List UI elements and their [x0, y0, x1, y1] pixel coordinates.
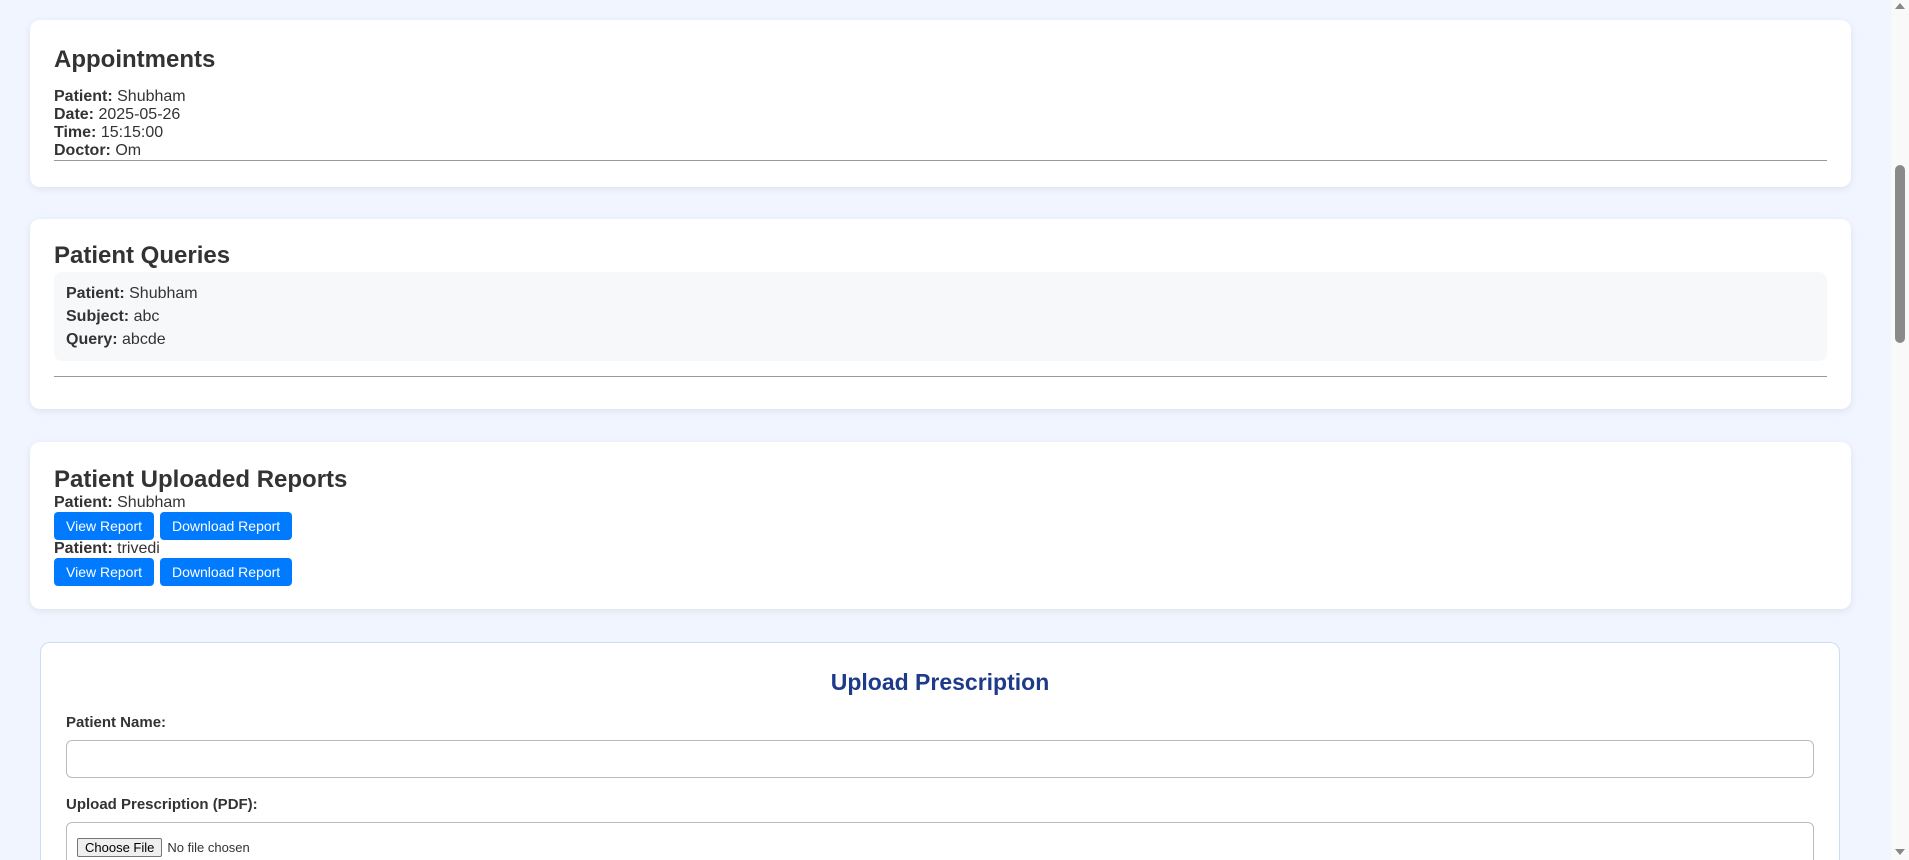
scrollbar-thumb[interactable] — [1895, 165, 1905, 343]
report-item: Patient: Shubham View Report Download Rep… — [54, 494, 1827, 540]
appointment-item: Patient: Shubham Date: 2025-05-26 Time: … — [54, 88, 1827, 161]
download-report-button[interactable]: Download Report — [160, 558, 293, 586]
upload-prescription-form: Upload Prescription Patient Name: Upload… — [40, 642, 1840, 860]
queries-card: Patient Queries Patient: Shubham Subject… — [30, 219, 1851, 409]
patient-name-label: Patient Name: — [66, 714, 167, 731]
appointment-date: 2025-05-26 — [98, 106, 181, 123]
label: Subject: — [66, 308, 130, 325]
scrollbar[interactable] — [1891, 0, 1909, 860]
view-report-button[interactable]: View Report — [54, 512, 155, 540]
query-item: Patient: Shubham Subject: abc Query: abc… — [54, 272, 1827, 361]
query-subject: abc — [133, 308, 160, 325]
label: Patient: — [54, 494, 113, 511]
report-item: Patient: trivedi View Report Download Rep… — [54, 540, 1827, 586]
label: Patient: — [54, 540, 113, 557]
appointment-doctor: Om — [115, 142, 142, 159]
label: Query: — [66, 331, 118, 348]
download-report-button[interactable]: Download Report — [160, 512, 293, 540]
appointment-patient: Shubham — [117, 88, 186, 105]
patient-name-input[interactable] — [66, 740, 1814, 778]
reports-card: Patient Uploaded Reports Patient: Shubha… — [30, 442, 1851, 609]
reports-title: Patient Uploaded Reports — [54, 466, 348, 493]
label: Patient: — [54, 88, 113, 105]
appointments-card: Appointments Patient: Shubham Date: 2025… — [30, 20, 1851, 187]
appointments-title: Appointments — [54, 46, 216, 73]
queries-title: Patient Queries — [54, 242, 231, 269]
appointment-time: 15:15:00 — [100, 124, 164, 141]
report-patient: Shubham — [117, 494, 186, 511]
upload-title: Upload Prescription — [830, 669, 1050, 695]
query-patient: Shubham — [129, 285, 198, 302]
report-patient: trivedi — [117, 540, 160, 557]
divider — [54, 376, 1827, 377]
query-text: abcde — [122, 331, 166, 348]
file-status: No file chosen — [167, 839, 250, 855]
choose-file-button[interactable]: Choose File — [77, 837, 163, 857]
file-input[interactable]: Choose File No file chosen — [66, 822, 1814, 860]
label: Patient: — [66, 285, 125, 302]
scroll-down-icon[interactable] — [1895, 849, 1905, 855]
label: Doctor: — [54, 142, 111, 159]
label: Date: — [54, 106, 95, 123]
scroll-up-icon[interactable] — [1895, 3, 1905, 9]
label: Time: — [54, 124, 97, 141]
view-report-button[interactable]: View Report — [54, 558, 155, 586]
divider — [54, 160, 1827, 161]
file-label: Upload Prescription (PDF): — [66, 796, 258, 813]
